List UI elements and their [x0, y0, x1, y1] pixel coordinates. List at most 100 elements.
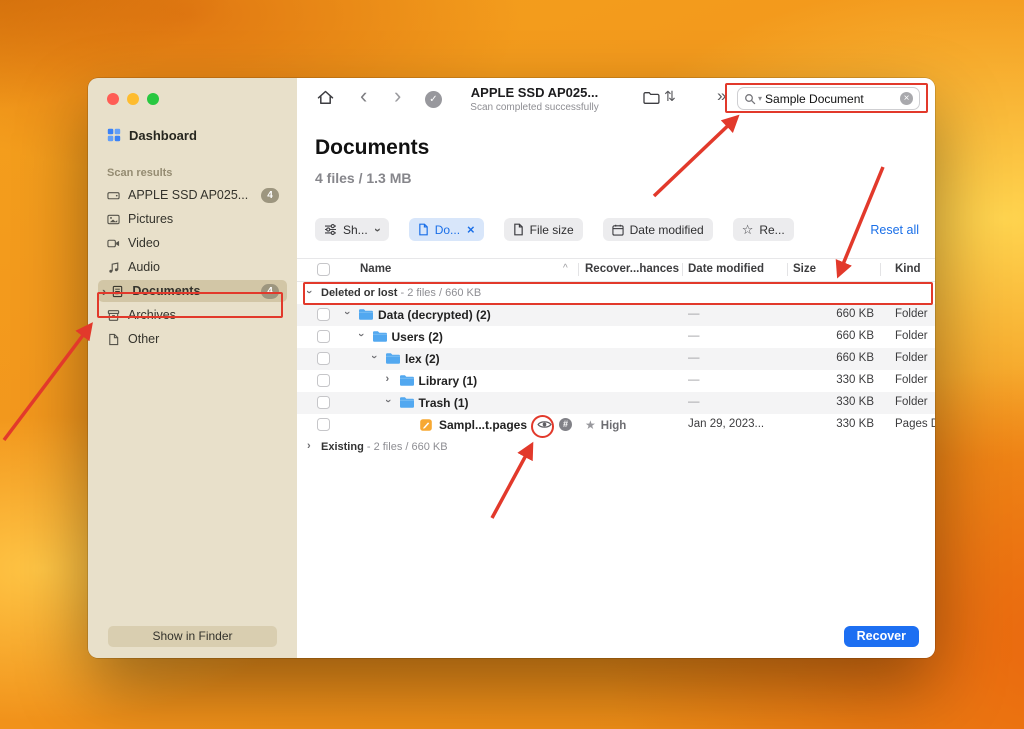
sidebar-item-label: Other	[128, 332, 160, 346]
group-label: Deleted or lost	[321, 287, 398, 299]
row-checkbox[interactable]	[317, 352, 330, 365]
row-checkbox[interactable]	[317, 418, 330, 431]
date-modified-cell: —	[688, 308, 700, 320]
row-checkbox[interactable]	[317, 396, 330, 409]
pictures-icon	[106, 213, 121, 226]
show-in-finder-button[interactable]: Show in Finder	[108, 626, 277, 647]
chevron-down-icon[interactable]: ›	[341, 311, 353, 315]
home-icon[interactable]	[317, 90, 334, 110]
group-row-deleted-or-lost[interactable]: › Deleted or lost - 2 files / 660 KB	[297, 282, 935, 304]
filter-chip-sh[interactable]: Sh... ›	[315, 218, 389, 241]
size-cell: 660 KB	[836, 308, 874, 320]
file-icon	[513, 223, 524, 236]
folder-view-icon[interactable]	[643, 91, 660, 110]
group-row-existing[interactable]: › Existing - 2 files / 660 KB	[297, 436, 935, 458]
sidebar-item-documents[interactable]: › Documents 4	[98, 280, 287, 302]
folder-icon	[385, 352, 401, 365]
desktop-wallpaper: Dashboard Scan results APPLE SSD AP025..…	[0, 0, 1024, 729]
filter-chip-label: Date modified	[629, 222, 704, 237]
sidebar-item-archives[interactable]: Archives	[98, 304, 287, 326]
file-name: lex (2)	[405, 352, 440, 366]
close-window-button[interactable]	[107, 93, 119, 105]
recover-button[interactable]: Recover	[843, 626, 919, 647]
search-magnifier-icon	[744, 93, 756, 105]
filter-chip-label: File size	[529, 222, 574, 237]
sidebar-item-video[interactable]: Video	[98, 232, 287, 254]
forward-chevron-icon[interactable]: ›	[394, 83, 401, 109]
scan-title: APPLE SSD AP025...	[470, 85, 599, 100]
sidebar-item-other[interactable]: Other	[98, 328, 287, 350]
preview-eye-icon[interactable]	[537, 419, 552, 430]
toolbar-title-block: APPLE SSD AP025... Scan completed succes…	[447, 85, 622, 113]
search-input[interactable]: Sample Document	[765, 92, 897, 106]
file-row-lex-2[interactable]: › lex (2) — 660 KB Folder	[297, 348, 935, 370]
chevron-down-icon[interactable]: ›	[381, 399, 393, 403]
column-kind[interactable]: Kind	[895, 263, 921, 275]
size-cell: 660 KB	[836, 352, 874, 364]
sort-direction-icon[interactable]: ⇅	[664, 88, 676, 105]
star-icon: ★	[585, 418, 596, 432]
column-recovery-chances[interactable]: Recover...hances	[585, 263, 679, 275]
column-size[interactable]: Size	[793, 263, 816, 275]
pages-icon	[419, 418, 433, 432]
file-row-library-1[interactable]: › Library (1) — 330 KB Folder	[297, 370, 935, 392]
file-name: Library (1)	[418, 374, 478, 388]
count-badge: 4	[261, 187, 279, 203]
file-row-data-decrypted-2[interactable]: › Data (decrypted) (2) — 660 KB Folder	[297, 304, 935, 326]
sidebar-item-apple-ssd-ap025[interactable]: APPLE SSD AP025... 4	[98, 184, 287, 206]
group-meta: - 2 files / 660 KB	[400, 287, 482, 299]
group-label: Existing	[321, 441, 364, 453]
filter-chip-file-size[interactable]: File size	[503, 218, 583, 241]
sidebar-item-dashboard[interactable]: Dashboard	[98, 123, 287, 147]
clear-search-icon[interactable]: ×	[900, 92, 913, 105]
chevron-down-icon[interactable]: ›	[303, 290, 315, 294]
main-panel: ‹ › ✓ APPLE SSD AP025... Scan completed …	[297, 78, 935, 658]
column-name[interactable]: Name	[360, 263, 391, 275]
file-row-sampl-t-pages[interactable]: Sampl...t.pages # ★ High Jan 29, 2023... 330 …	[297, 414, 935, 436]
file-row-users-2[interactable]: › Users (2) — 660 KB Folder	[297, 326, 935, 348]
sidebar-item-label: Pictures	[128, 212, 174, 226]
archives-icon	[106, 309, 121, 322]
size-cell: 330 KB	[836, 418, 874, 430]
reset-all-button[interactable]: Reset all	[870, 223, 919, 237]
folder-icon	[358, 308, 374, 321]
sidebar-item-audio[interactable]: Audio	[98, 256, 287, 278]
column-divider	[578, 263, 579, 276]
column-date-modified[interactable]: Date modified	[688, 263, 764, 275]
filter-chip-re[interactable]: ☆ Re...	[732, 218, 794, 241]
search-field[interactable]: ▾ Sample Document ×	[737, 87, 920, 110]
date-modified-cell: —	[688, 352, 700, 364]
size-cell: 660 KB	[836, 330, 874, 342]
chevron-right-icon[interactable]: ›	[386, 373, 390, 385]
minimize-window-button[interactable]	[127, 93, 139, 105]
search-scope-chevron-icon[interactable]: ▾	[758, 94, 762, 103]
file-row-trash-1[interactable]: › Trash (1) — 330 KB Folder	[297, 392, 935, 414]
close-icon[interactable]: ×	[467, 222, 475, 237]
table-header: Name ^ Recover...hances Date modified Si…	[297, 258, 935, 282]
sidebar-item-label: Archives	[128, 308, 176, 322]
page-subtitle: 4 files / 1.3 MB	[315, 170, 412, 186]
sliders-icon	[324, 224, 337, 235]
filter-chip-date-modified[interactable]: Date modified	[602, 218, 713, 241]
recovery-chance: ★ High	[585, 418, 627, 432]
chevron-down-icon[interactable]: ›	[354, 333, 366, 337]
kind-cell: Folder	[895, 374, 928, 386]
chevron-right-icon[interactable]: ›	[307, 440, 311, 452]
other-icon	[106, 333, 121, 346]
file-name: Sampl...t.pages	[439, 418, 528, 432]
hash-badge-icon[interactable]: #	[559, 418, 572, 431]
filter-chip-do[interactable]: Do... ×	[408, 218, 484, 241]
overflow-chevrons-icon[interactable]: »	[717, 86, 726, 106]
column-divider	[880, 263, 881, 276]
row-checkbox[interactable]	[317, 308, 330, 321]
sidebar-item-label: APPLE SSD AP025...	[128, 188, 249, 202]
calendar-icon	[612, 224, 624, 236]
chevron-down-icon[interactable]: ›	[368, 355, 380, 359]
row-checkbox[interactable]	[317, 330, 330, 343]
select-all-checkbox[interactable]	[317, 263, 330, 276]
sidebar-item-pictures[interactable]: Pictures	[98, 208, 287, 230]
audio-icon	[106, 261, 121, 274]
row-checkbox[interactable]	[317, 374, 330, 387]
zoom-window-button[interactable]	[147, 93, 159, 105]
back-chevron-icon[interactable]: ‹	[360, 83, 367, 109]
